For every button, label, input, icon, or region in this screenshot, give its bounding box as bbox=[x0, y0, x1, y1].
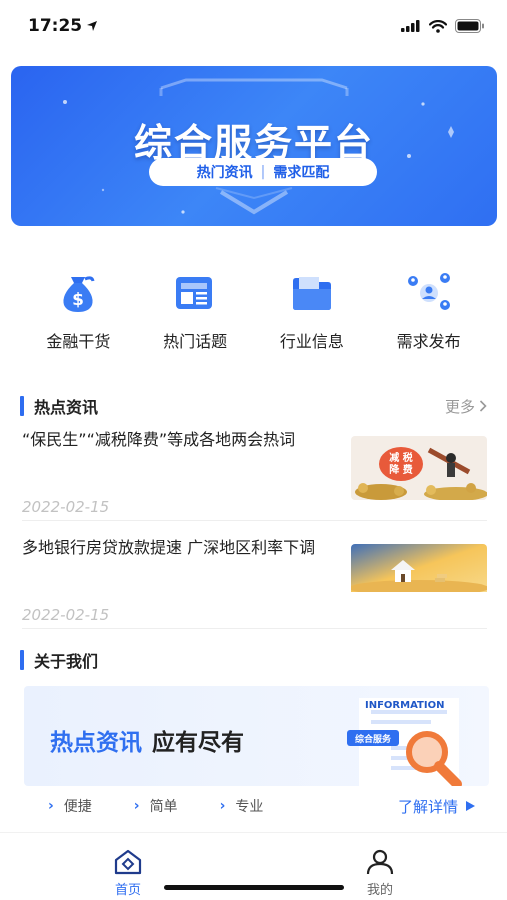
home-icon bbox=[114, 849, 142, 875]
chevron-right-icon bbox=[479, 400, 487, 412]
tab-label: 首页 bbox=[114, 883, 141, 898]
learn-more-link[interactable]: 了解详情 bbox=[398, 796, 489, 817]
clock-text: 17:25 bbox=[28, 16, 83, 36]
status-bar: 17:25 bbox=[0, 0, 507, 52]
banner-sub-right: 需求匹配 bbox=[273, 165, 330, 181]
more-label: 更多 bbox=[444, 397, 475, 416]
tab-home[interactable]: 首页 bbox=[98, 849, 158, 898]
tab-label: 我的 bbox=[366, 883, 393, 898]
learn-more-label: 了解详情 bbox=[397, 797, 458, 816]
about-headline: 热点资讯 应有尽有 bbox=[50, 723, 244, 757]
user-icon bbox=[366, 849, 394, 875]
headline-dark: 应有尽有 bbox=[152, 730, 244, 756]
news-thumbnail bbox=[351, 544, 487, 608]
feature-item: › 简单 bbox=[134, 796, 178, 816]
banner-sub-left: 热门资讯 bbox=[196, 165, 253, 181]
svg-text:$: $ bbox=[72, 290, 84, 310]
quick-label: 金融干货 bbox=[46, 332, 111, 351]
quick-label: 行业信息 bbox=[279, 332, 344, 351]
triangle-right-icon bbox=[466, 801, 475, 811]
quick-menu: $ 金融干货 热门话题 行业信息 需求发布 bbox=[20, 268, 487, 358]
divider bbox=[22, 520, 487, 521]
signal-icon bbox=[401, 20, 420, 32]
feature-label: 便捷 bbox=[63, 799, 92, 815]
wifi-icon bbox=[429, 19, 447, 33]
news-item[interactable]: 多地银行房贷放款提速 广深地区利率下调 2022-02-15 bbox=[22, 536, 487, 632]
feature-item: › 专业 bbox=[220, 796, 264, 816]
tab-mine[interactable]: 我的 bbox=[350, 849, 410, 898]
folder-icon bbox=[288, 268, 336, 316]
information-illustration: INFORMATION 综合服务 bbox=[347, 698, 462, 786]
quick-item-demand[interactable]: 需求发布 bbox=[370, 268, 487, 358]
people-network-icon bbox=[405, 268, 453, 316]
home-indicator bbox=[164, 885, 344, 890]
quick-label: 需求发布 bbox=[396, 332, 461, 351]
hero-banner[interactable]: 综合服务平台 热门资讯 | 需求匹配 bbox=[11, 66, 497, 226]
about-header: 关于我们 bbox=[20, 648, 487, 672]
feature-item: › 便捷 bbox=[24, 796, 92, 816]
section-title: 关于我们 bbox=[34, 652, 99, 671]
feature-label: 专业 bbox=[235, 799, 264, 815]
tag-information: INFORMATION bbox=[365, 700, 444, 711]
battery-icon bbox=[455, 19, 484, 33]
svg-text:减 税: 减 税 bbox=[389, 451, 412, 464]
about-features: › 便捷 › 简单 › 专业 了解详情 bbox=[24, 788, 489, 824]
headline-blue: 热点资讯 bbox=[50, 730, 142, 756]
status-indicators bbox=[401, 19, 485, 33]
banner-subtitle-pill: 热门资讯 | 需求匹配 bbox=[149, 158, 377, 186]
chevron-right-icon: › bbox=[133, 798, 140, 814]
tag-service: 综合服务 bbox=[355, 733, 392, 745]
hot-news-header: 热点资讯 更多 bbox=[20, 394, 487, 418]
banner-sub-separator: | bbox=[260, 164, 266, 180]
news-title: “保民生”“减税降费”等成各地两会热词 bbox=[22, 430, 296, 449]
more-link[interactable]: 更多 bbox=[445, 396, 487, 417]
feature-label: 简单 bbox=[149, 799, 178, 815]
about-card[interactable]: 热点资讯 应有尽有 INFORMATION 综合服务 bbox=[24, 686, 489, 786]
chevron-right-icon: › bbox=[219, 798, 226, 814]
location-arrow-icon bbox=[87, 21, 98, 31]
news-title: 多地银行房贷放款提速 广深地区利率下调 bbox=[22, 538, 316, 557]
svg-text:降 费: 降 费 bbox=[389, 463, 412, 476]
quick-item-industry[interactable]: 行业信息 bbox=[254, 268, 371, 358]
quick-item-finance[interactable]: $ 金融干货 bbox=[20, 268, 137, 358]
divider bbox=[22, 628, 487, 629]
money-bag-icon: $ bbox=[54, 268, 102, 316]
section-title: 热点资讯 bbox=[34, 398, 99, 417]
quick-item-topics[interactable]: 热门话题 bbox=[137, 268, 254, 358]
news-item[interactable]: “保民生”“减税降费”等成各地两会热词 2022-02-15 减 税 降 费 bbox=[22, 428, 487, 524]
chevron-right-icon: › bbox=[48, 798, 54, 814]
section-accent-bar bbox=[20, 650, 24, 670]
section-accent-bar bbox=[20, 396, 24, 416]
news-thumbnail: 减 税 降 费 bbox=[351, 436, 487, 500]
news-date: 2022-02-15 bbox=[22, 606, 110, 624]
news-date: 2022-02-15 bbox=[22, 498, 110, 516]
newspaper-icon bbox=[171, 268, 219, 316]
status-time: 17:25 bbox=[28, 16, 98, 36]
quick-label: 热门话题 bbox=[163, 332, 228, 351]
